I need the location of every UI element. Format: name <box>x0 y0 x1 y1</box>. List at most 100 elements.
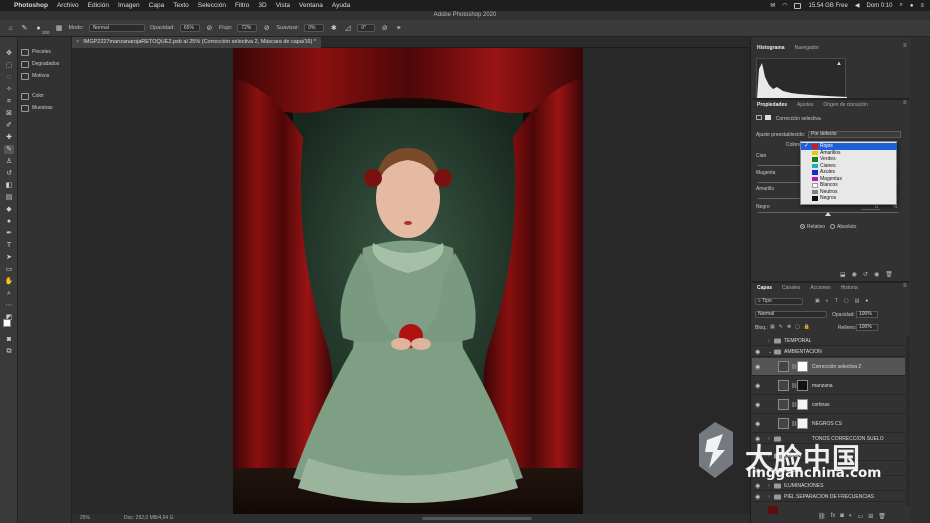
type-tool-icon[interactable]: T <box>4 241 14 250</box>
brushes-panel-button[interactable]: Pinceles <box>21 47 51 57</box>
layer-opacity-field[interactable]: 100% <box>856 311 878 318</box>
foreground-color-swatch[interactable] <box>3 319 11 327</box>
angle-icon[interactable]: ◿ <box>343 24 352 33</box>
search-icon[interactable]: ⌕ <box>899 2 902 9</box>
healing-brush-tool-icon[interactable]: ✚ <box>4 133 14 142</box>
brush-tool-icon[interactable]: ✎ <box>4 145 14 154</box>
menu-imagen[interactable]: Imagen <box>118 2 140 9</box>
zoom-level[interactable]: 25% <box>80 514 90 523</box>
tab-histogram[interactable]: Histograma <box>752 43 790 53</box>
tab-actions[interactable]: Acciones <box>805 283 835 293</box>
zoom-tool-icon[interactable]: ⌕ <box>4 289 14 298</box>
tab-properties[interactable]: Propiedades <box>752 100 792 110</box>
battery-icon[interactable] <box>794 2 802 9</box>
filter-type-icon[interactable]: T <box>835 298 838 304</box>
visibility-eye-icon[interactable]: ◉ <box>755 382 760 389</box>
doc-size-info[interactable]: Doc: 292,0 MB/4,64 G <box>124 514 173 523</box>
more-tools-icon[interactable]: ⋯ <box>4 301 14 310</box>
visibility-icon[interactable]: ◉ <box>874 271 879 278</box>
layer-mask-thumbnail[interactable] <box>797 418 808 429</box>
layer-name[interactable]: ILUMINACIONES <box>784 483 823 489</box>
tab-navigator[interactable]: Navegador <box>790 43 824 53</box>
eraser-tool-icon[interactable]: ◧ <box>4 181 14 190</box>
layer-name[interactable]: cortinas <box>812 402 830 408</box>
new-adjustment-icon[interactable]: ◐ <box>849 513 853 520</box>
tab-layers[interactable]: Capas <box>752 283 777 293</box>
delete-adjustment-icon[interactable]: 🗑 <box>885 271 893 278</box>
chevron-right-icon[interactable]: › <box>768 338 770 344</box>
filter-adjustment-icon[interactable]: ◐ <box>826 298 829 304</box>
menu-filtro[interactable]: Filtro <box>235 2 249 9</box>
fill-field[interactable]: 100% <box>856 324 878 331</box>
mask-icon[interactable] <box>765 115 772 120</box>
preset-select[interactable]: Por defecto <box>808 131 901 138</box>
menu-edicion[interactable]: Edición <box>88 2 109 9</box>
layer-row[interactable]: ◉ ⌄ AMBIENTACION <box>752 347 905 357</box>
frame-tool-icon[interactable]: ⊠ <box>4 109 14 118</box>
document-tab[interactable]: × IMGP2227manzanarojaRETOQUE2.psb al 25% … <box>72 37 322 48</box>
symmetry-icon[interactable]: ⚭ <box>394 24 403 33</box>
path-selection-tool-icon[interactable]: ➤ <box>4 253 14 262</box>
layer-mask-thumbnail[interactable] <box>797 399 808 410</box>
menu-capa[interactable]: Capa <box>149 2 165 9</box>
view-previous-icon[interactable]: ◉ <box>852 271 857 278</box>
color-option-blacks[interactable]: Negros <box>801 195 897 202</box>
chevron-right-icon[interactable]: › <box>768 483 770 489</box>
filter-smart-object-icon[interactable]: ▤ <box>855 298 860 304</box>
close-tab-icon[interactable]: × <box>76 39 79 45</box>
crop-tool-icon[interactable]: ⌗ <box>4 97 14 106</box>
layer-filter-select[interactable]: ⌕ Tipo <box>755 298 803 305</box>
pen-tool-icon[interactable]: ✒ <box>4 229 14 238</box>
visibility-eye-icon[interactable]: ◉ <box>755 482 760 489</box>
filter-pixel-icon[interactable]: ▣ <box>815 298 820 304</box>
layer-name[interactable]: manzana <box>812 383 833 389</box>
screen-mode-icon[interactable]: ⧉ <box>4 347 14 356</box>
mode-select[interactable]: Normal <box>88 24 145 32</box>
menu-list-icon[interactable]: ≡ <box>920 3 924 9</box>
black-slider-thumb[interactable] <box>825 212 831 216</box>
tab-history[interactable]: Historia <box>836 283 863 293</box>
color-panel-button[interactable]: Color <box>21 91 44 101</box>
quick-mask-icon[interactable]: ◙ <box>4 335 14 344</box>
angle-field[interactable]: 0° <box>357 24 376 32</box>
visibility-eye-icon[interactable]: ◉ <box>755 493 760 500</box>
menu-seleccion[interactable]: Selección <box>198 2 226 9</box>
tab-clone-source[interactable]: Origen de clonación <box>818 100 872 110</box>
add-mask-icon[interactable]: ◙ <box>840 513 844 520</box>
smoothing-options-icon[interactable]: ✱ <box>329 24 338 33</box>
patterns-panel-button[interactable]: Motivos <box>21 71 49 81</box>
layer-row[interactable]: ◉ ⛓ manzana <box>752 377 905 395</box>
absolute-radio[interactable] <box>830 224 835 230</box>
relative-radio[interactable] <box>800 224 805 230</box>
menu-3d[interactable]: 3D <box>258 2 266 9</box>
pressure-opacity-icon[interactable]: ⊘ <box>205 24 214 33</box>
blend-mode-select[interactable]: Normal <box>755 311 827 318</box>
tab-channels[interactable]: Canales <box>777 283 805 293</box>
visibility-eye-icon[interactable]: ◉ <box>755 348 760 355</box>
layer-row[interactable]: ◉ ⛓ Corrección selectiva 2 <box>752 358 905 376</box>
layer-row[interactable]: › TEMPORAL <box>752 336 905 346</box>
layer-row[interactable]: ◉ ⛓ NEGROS CS <box>752 415 905 433</box>
flow-field[interactable]: 72% <box>237 24 258 32</box>
histogram-warning-icon[interactable]: ▲ <box>836 61 842 67</box>
layer-name[interactable]: TEMPORAL <box>784 338 812 344</box>
brush-size-value[interactable]: 300 <box>42 30 50 35</box>
menu-app-name[interactable]: Photoshop <box>14 2 48 9</box>
visibility-eye-icon[interactable]: ◉ <box>755 401 760 408</box>
menu-ventana[interactable]: Ventana <box>299 2 323 9</box>
new-layer-icon[interactable]: ⊞ <box>868 513 873 520</box>
layers-scrollbar[interactable] <box>906 336 910 506</box>
menu-texto[interactable]: Texto <box>173 2 189 9</box>
brush-tool-icon[interactable]: ✎ <box>20 24 29 33</box>
chevron-right-icon[interactable]: › <box>768 494 770 500</box>
home-icon[interactable]: ⌂ <box>6 24 15 33</box>
smoothing-field[interactable]: 0% <box>304 24 325 32</box>
filter-toggle-icon[interactable]: ● <box>865 298 868 304</box>
marquee-tool-icon[interactable]: ⬚ <box>4 61 14 70</box>
delete-layer-icon[interactable]: 🗑 <box>878 513 886 520</box>
layer-name[interactable]: PIEL SEPARACION DE FRECUENCIAS <box>784 494 874 500</box>
layer-row[interactable]: ◉ ⛓ cortinas <box>752 396 905 414</box>
layer-mask-thumbnail[interactable] <box>797 380 808 391</box>
link-layers-icon[interactable]: ⛓ <box>818 513 826 520</box>
layer-name[interactable]: NEGROS CS <box>812 421 842 427</box>
